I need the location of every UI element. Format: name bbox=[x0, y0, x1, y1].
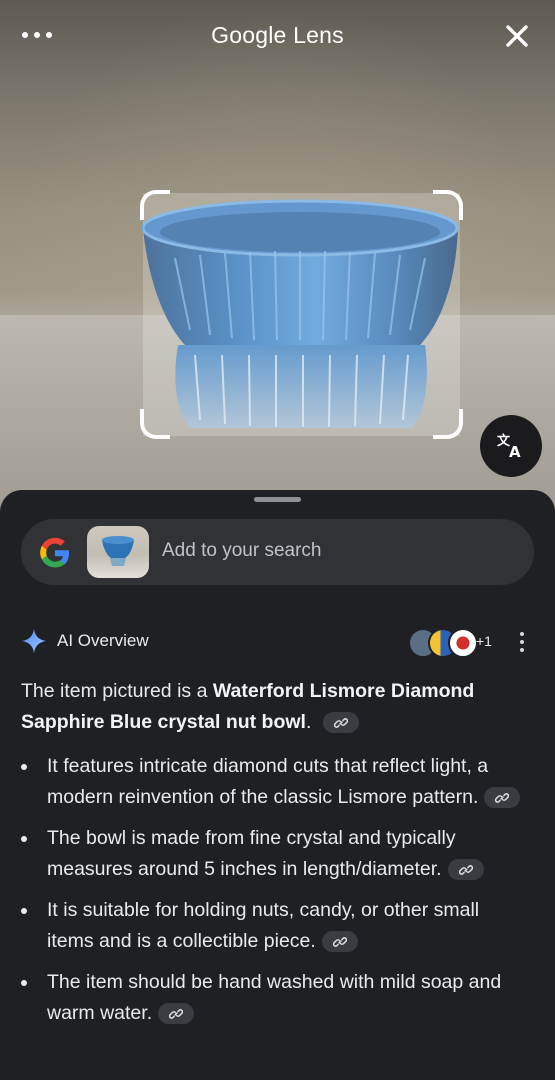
sheet-drag-handle[interactable] bbox=[254, 497, 301, 502]
crop-handle-bottom-right[interactable] bbox=[433, 409, 463, 439]
summary-suffix: . bbox=[305, 711, 312, 733]
list-item: It features intricate diamond cuts that … bbox=[21, 751, 531, 813]
ai-overview-header: AI Overview +1 bbox=[21, 628, 534, 658]
gemini-spark-icon bbox=[22, 629, 46, 653]
camera-image[interactable]: Google Lens 文 A bbox=[0, 0, 555, 520]
link-icon bbox=[169, 1009, 184, 1019]
list-item: The bowl is made from fine crystal and t… bbox=[21, 823, 531, 885]
source-avatar[interactable] bbox=[448, 628, 478, 658]
results-sheet[interactable]: Add to your search AI Overview +1 The it… bbox=[0, 490, 555, 1080]
citation-link-button[interactable] bbox=[321, 931, 358, 953]
translate-icon: 文 A bbox=[497, 433, 521, 461]
citation-link-button[interactable] bbox=[447, 859, 484, 881]
crop-handle-top-left[interactable] bbox=[140, 190, 170, 220]
google-g-icon bbox=[40, 537, 69, 568]
list-item: It is suitable for holding nuts, candy, … bbox=[21, 895, 531, 957]
app-title: Google Lens bbox=[211, 22, 344, 48]
summary-prefix: The item pictured is a bbox=[21, 680, 213, 702]
ai-overview-title: AI Overview bbox=[57, 631, 149, 650]
link-icon bbox=[333, 718, 348, 728]
list-item: The item should be hand washed with mild… bbox=[21, 967, 531, 1029]
search-placeholder: Add to your search bbox=[162, 540, 322, 561]
ai-overview-bullets: It features intricate diamond cuts that … bbox=[21, 751, 531, 1039]
svg-text:A: A bbox=[509, 443, 521, 461]
add-to-search-bar[interactable]: Add to your search bbox=[21, 519, 534, 585]
top-bar: Google Lens bbox=[0, 0, 555, 76]
sources-more-count[interactable]: +1 bbox=[476, 633, 492, 649]
link-icon bbox=[332, 937, 347, 947]
source-avatars[interactable]: +1 bbox=[408, 628, 528, 658]
more-vert-icon[interactable] bbox=[518, 632, 526, 652]
ai-summary: The item pictured is a Waterford Lismore… bbox=[21, 676, 531, 738]
link-icon bbox=[495, 793, 510, 803]
crop-handle-top-right[interactable] bbox=[433, 190, 463, 220]
crop-handle-bottom-left[interactable] bbox=[140, 409, 170, 439]
link-icon bbox=[458, 865, 473, 875]
citation-link-button[interactable] bbox=[322, 712, 359, 734]
selection-region[interactable] bbox=[140, 190, 463, 439]
query-thumbnail[interactable] bbox=[87, 526, 149, 578]
citation-link-button[interactable] bbox=[484, 787, 521, 809]
citation-link-button[interactable] bbox=[158, 1003, 195, 1025]
translate-button[interactable]: 文 A bbox=[480, 415, 542, 477]
close-icon[interactable] bbox=[501, 20, 533, 52]
